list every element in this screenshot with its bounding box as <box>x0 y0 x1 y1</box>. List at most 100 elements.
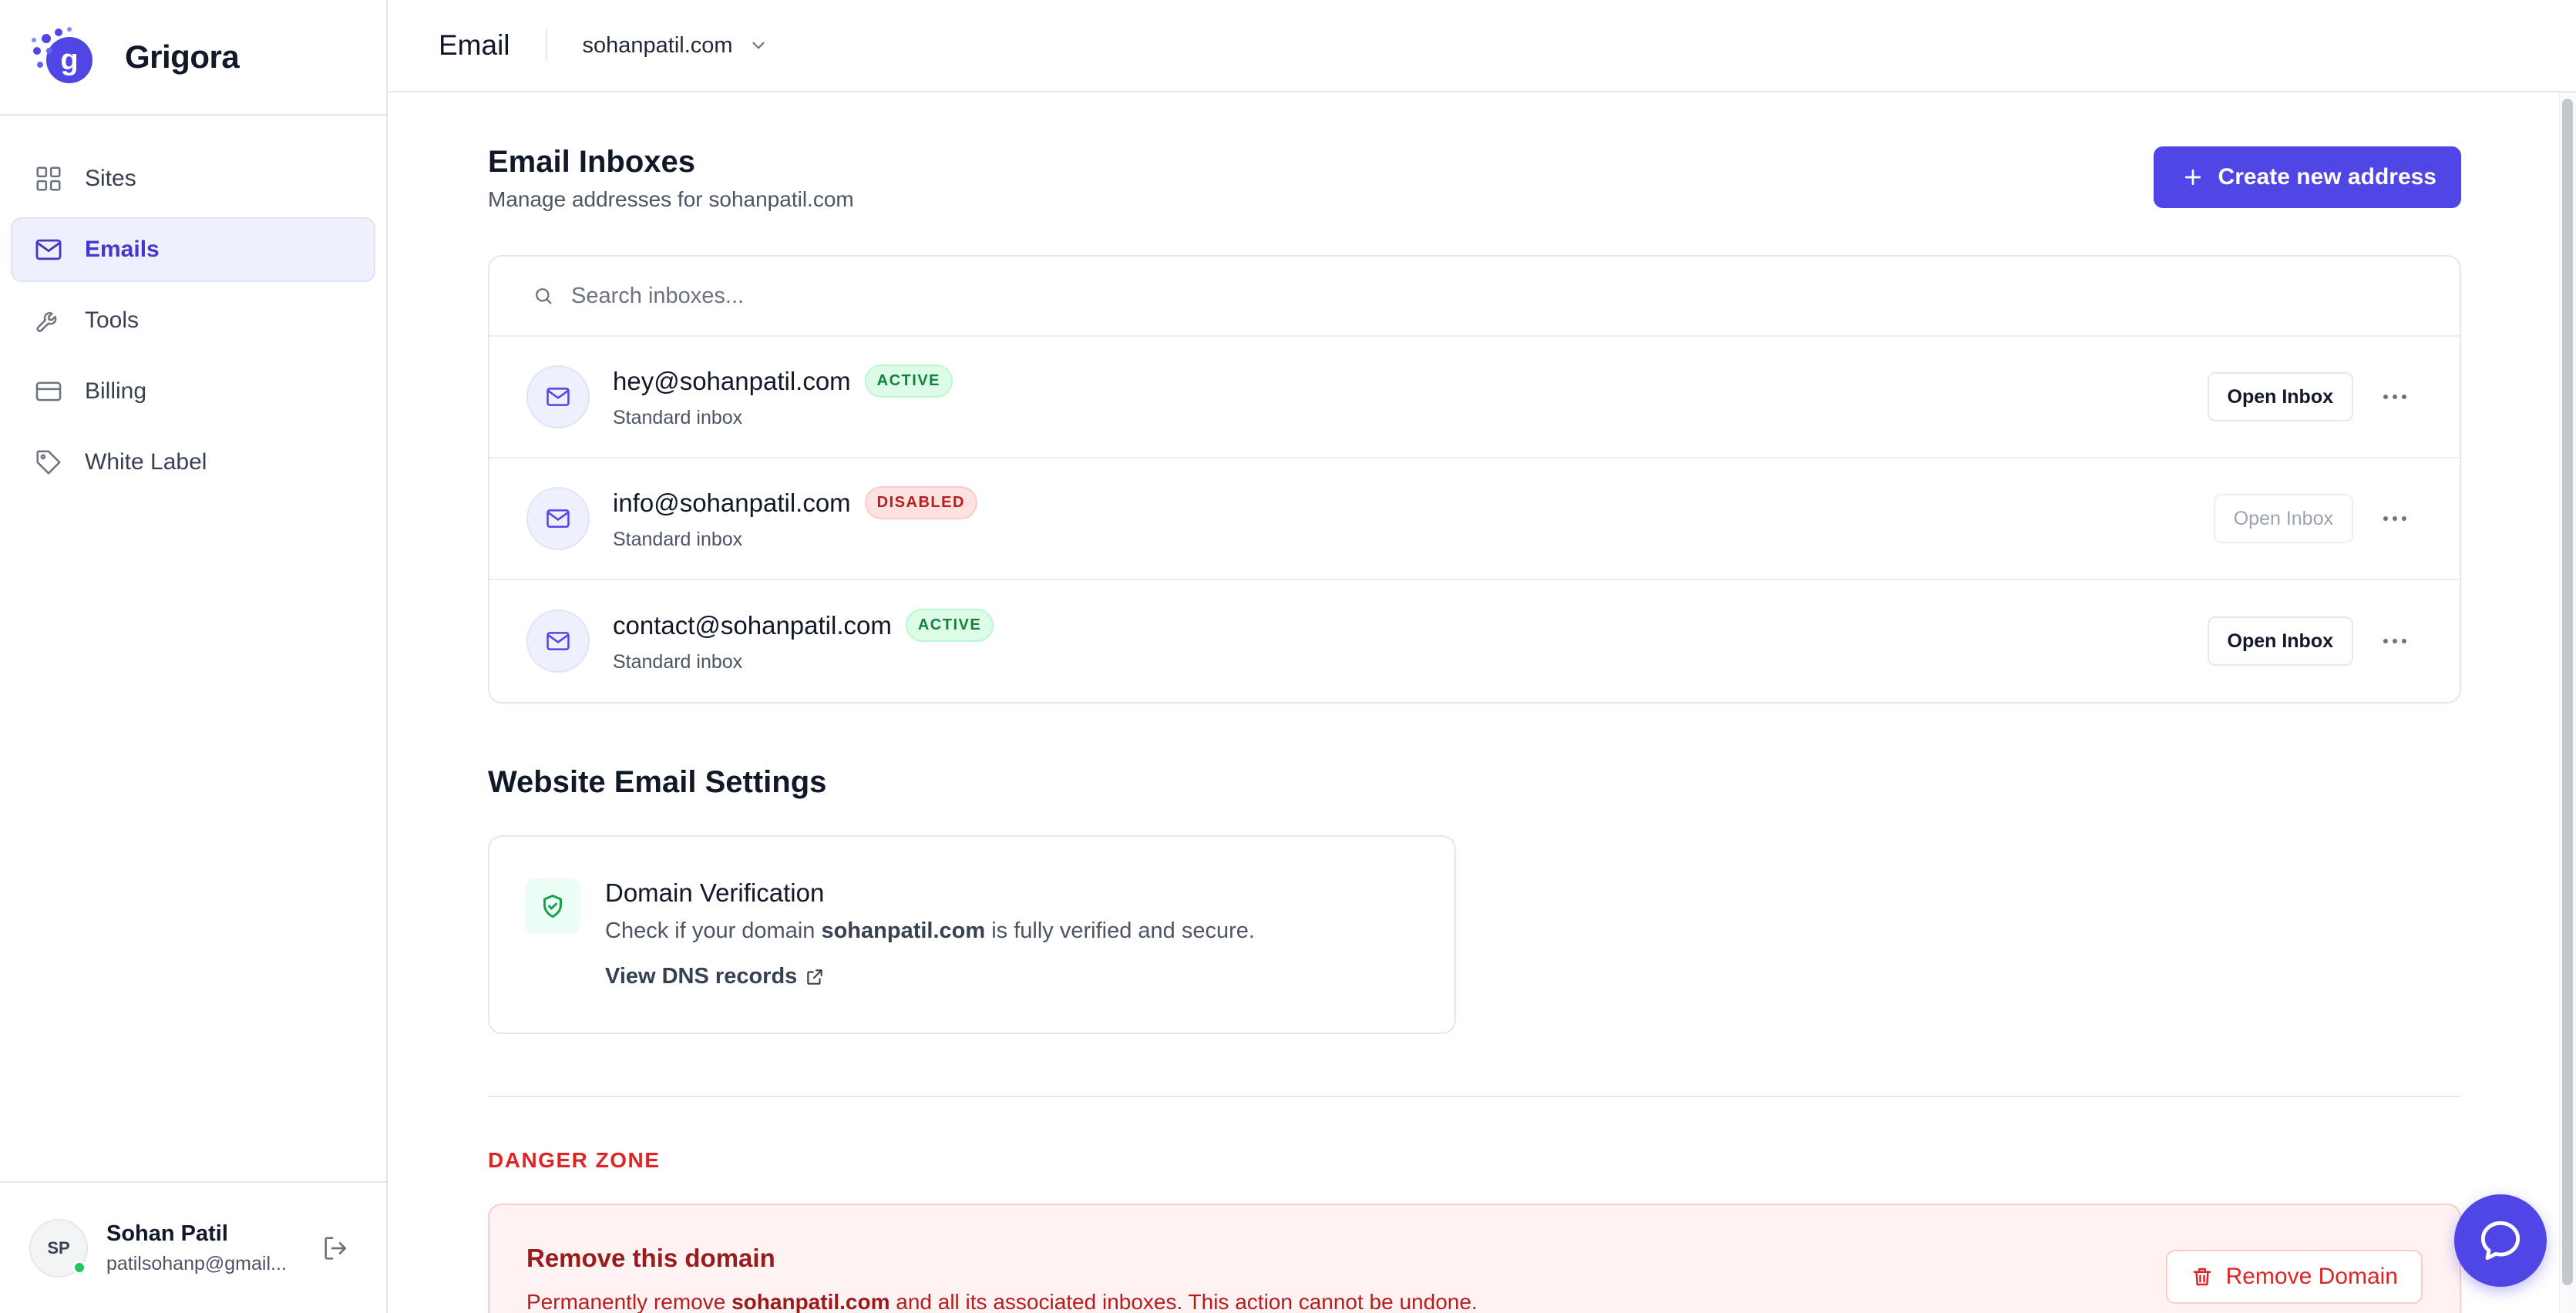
user-text: Sohan Patil patilsohanp@gmail... <box>106 1221 299 1275</box>
open-inbox-button[interactable]: Open Inbox <box>2207 372 2353 421</box>
credit-card-icon <box>35 381 62 401</box>
inbox-row: info@sohanpatil.com DISABLED Standard in… <box>489 458 2460 580</box>
sidebar-item-label: Emails <box>85 237 160 262</box>
danger-desc-start: Permanently remove <box>526 1290 732 1313</box>
mail-icon <box>546 388 570 406</box>
shield-badge <box>525 878 580 934</box>
mail-icon <box>35 239 62 260</box>
more-options-button[interactable] <box>2376 500 2413 537</box>
logout-icon[interactable] <box>321 1233 351 1264</box>
sidebar-item-white-label[interactable]: White Label <box>11 430 375 495</box>
plus-icon <box>2184 169 2201 186</box>
domain-verification-card: Domain Verification Check if your domain… <box>488 835 1456 1034</box>
sidebar-item-label: Sites <box>85 166 136 191</box>
verification-text: Domain Verification Check if your domain… <box>605 878 1255 1033</box>
inbox-row: contact@sohanpatil.com ACTIVE Standard i… <box>489 580 2460 702</box>
domain-selector[interactable]: sohanpatil.com <box>583 33 768 59</box>
main-content: Email Inboxes Manage addresses for sohan… <box>488 92 2461 1313</box>
user-profile: SP Sohan Patil patilsohanp@gmail... <box>0 1181 386 1313</box>
inbox-info: hey@sohanpatil.com ACTIVE Standard inbox <box>613 364 2208 429</box>
inboxes-card: hey@sohanpatil.com ACTIVE Standard inbox… <box>488 255 2461 704</box>
wrench-icon <box>36 312 57 332</box>
svg-text:g: g <box>60 44 78 76</box>
inbox-type: Standard inbox <box>613 407 743 428</box>
brand-name: Grigora <box>125 39 240 75</box>
grid-icon <box>36 166 61 191</box>
domain-selector-value: sohanpatil.com <box>582 32 733 58</box>
remove-domain-label: Remove Domain <box>2225 1264 2398 1289</box>
mail-icon <box>546 632 570 650</box>
more-options-button[interactable] <box>2376 378 2413 415</box>
danger-zone-title: DANGER ZONE <box>488 1148 661 1172</box>
sidebar-item-tools[interactable]: Tools <box>11 288 375 353</box>
verification-desc-end: is fully verified and secure. <box>985 918 1255 943</box>
verification-title: Domain Verification <box>605 878 825 907</box>
inboxes-header: Email Inboxes Manage addresses for sohan… <box>488 145 2461 212</box>
inbox-avatar <box>526 609 590 673</box>
sidebar-item-sites[interactable]: Sites <box>11 146 375 211</box>
avatar[interactable]: SP <box>29 1218 88 1278</box>
danger-zone-card: Remove this domain Permanently remove so… <box>488 1204 2461 1313</box>
danger-domain: sohanpatil.com <box>731 1290 890 1313</box>
inbox-address: hey@sohanpatil.com <box>613 366 851 395</box>
inbox-address: contact@sohanpatil.com <box>613 610 892 640</box>
online-status-dot <box>72 1260 86 1274</box>
sidebar-item-label: Tools <box>85 307 140 333</box>
inbox-type: Standard inbox <box>613 651 743 673</box>
user-email: patilsohanp@gmail... <box>106 1252 287 1274</box>
status-badge: ACTIVE <box>864 364 953 398</box>
section-divider <box>488 1096 2461 1097</box>
create-address-label: Create new address <box>2218 164 2436 190</box>
external-link-icon <box>807 969 823 985</box>
sidebar-item-label: Billing <box>85 378 147 404</box>
open-inbox-button[interactable]: Open Inbox <box>2207 616 2353 666</box>
chat-bubble-icon <box>2480 1221 2521 1261</box>
page-title: Email <box>439 29 510 61</box>
verification-domain: sohanpatil.com <box>821 918 986 943</box>
create-address-button[interactable]: Create new address <box>2153 146 2461 208</box>
inbox-info: info@sohanpatil.com DISABLED Standard in… <box>613 486 2214 551</box>
remove-domain-button[interactable]: Remove Domain <box>2165 1250 2423 1304</box>
sidebar-item-billing[interactable]: Billing <box>11 359 375 424</box>
status-badge: DISABLED <box>864 486 977 519</box>
grigora-logo-icon: g <box>32 27 92 83</box>
chat-widget-button[interactable] <box>2454 1194 2547 1287</box>
brand[interactable]: g Grigora <box>0 0 386 116</box>
sidebar-item-emails[interactable]: Emails <box>11 217 375 282</box>
inbox-address: info@sohanpatil.com <box>613 488 851 517</box>
search-input[interactable] <box>571 283 2113 309</box>
tag-icon <box>36 450 61 475</box>
top-header: Email sohanpatil.com <box>388 0 2576 92</box>
sidebar: g Grigora Sites Emails Tools Billing Whi… <box>0 0 388 1313</box>
avatar-initials: SP <box>47 1237 70 1258</box>
inboxes-subtitle: Manage addresses for sohanpatil.com <box>488 187 854 211</box>
more-horizontal-icon <box>2383 395 2406 399</box>
danger-desc-end: and all its associated inboxes. This act… <box>889 1290 1478 1313</box>
inbox-type: Standard inbox <box>613 529 743 550</box>
trash-icon <box>2193 1268 2211 1286</box>
mail-icon <box>546 509 570 528</box>
sidebar-nav: Sites Emails Tools Billing White Label <box>0 116 386 495</box>
settings-title: Website Email Settings <box>488 765 827 799</box>
chevron-down-icon <box>752 42 765 49</box>
view-dns-records-link[interactable]: View DNS records <box>605 964 1255 989</box>
verification-desc-start: Check if your domain <box>605 918 822 943</box>
open-inbox-button[interactable]: Open Inbox <box>2213 494 2353 543</box>
inbox-avatar <box>526 487 590 550</box>
header-divider <box>545 30 547 61</box>
sidebar-item-label: White Label <box>85 449 207 475</box>
status-badge: ACTIVE <box>905 609 994 642</box>
user-name: Sohan Patil <box>106 1221 228 1246</box>
inboxes-title: Email Inboxes <box>488 145 695 179</box>
inbox-avatar <box>526 365 590 428</box>
inbox-row: hey@sohanpatil.com ACTIVE Standard inbox… <box>489 337 2460 458</box>
shield-check-icon <box>543 895 562 918</box>
more-horizontal-icon <box>2383 639 2406 643</box>
search-bar <box>489 257 2460 337</box>
more-options-button[interactable] <box>2376 623 2413 660</box>
inbox-info: contact@sohanpatil.com ACTIVE Standard i… <box>613 609 2208 673</box>
verification-description: Check if your domain sohanpatil.com is f… <box>605 918 1255 944</box>
dns-link-label: View DNS records <box>605 964 798 989</box>
scrollbar-thumb[interactable] <box>2562 99 2573 1285</box>
search-icon <box>536 288 552 304</box>
